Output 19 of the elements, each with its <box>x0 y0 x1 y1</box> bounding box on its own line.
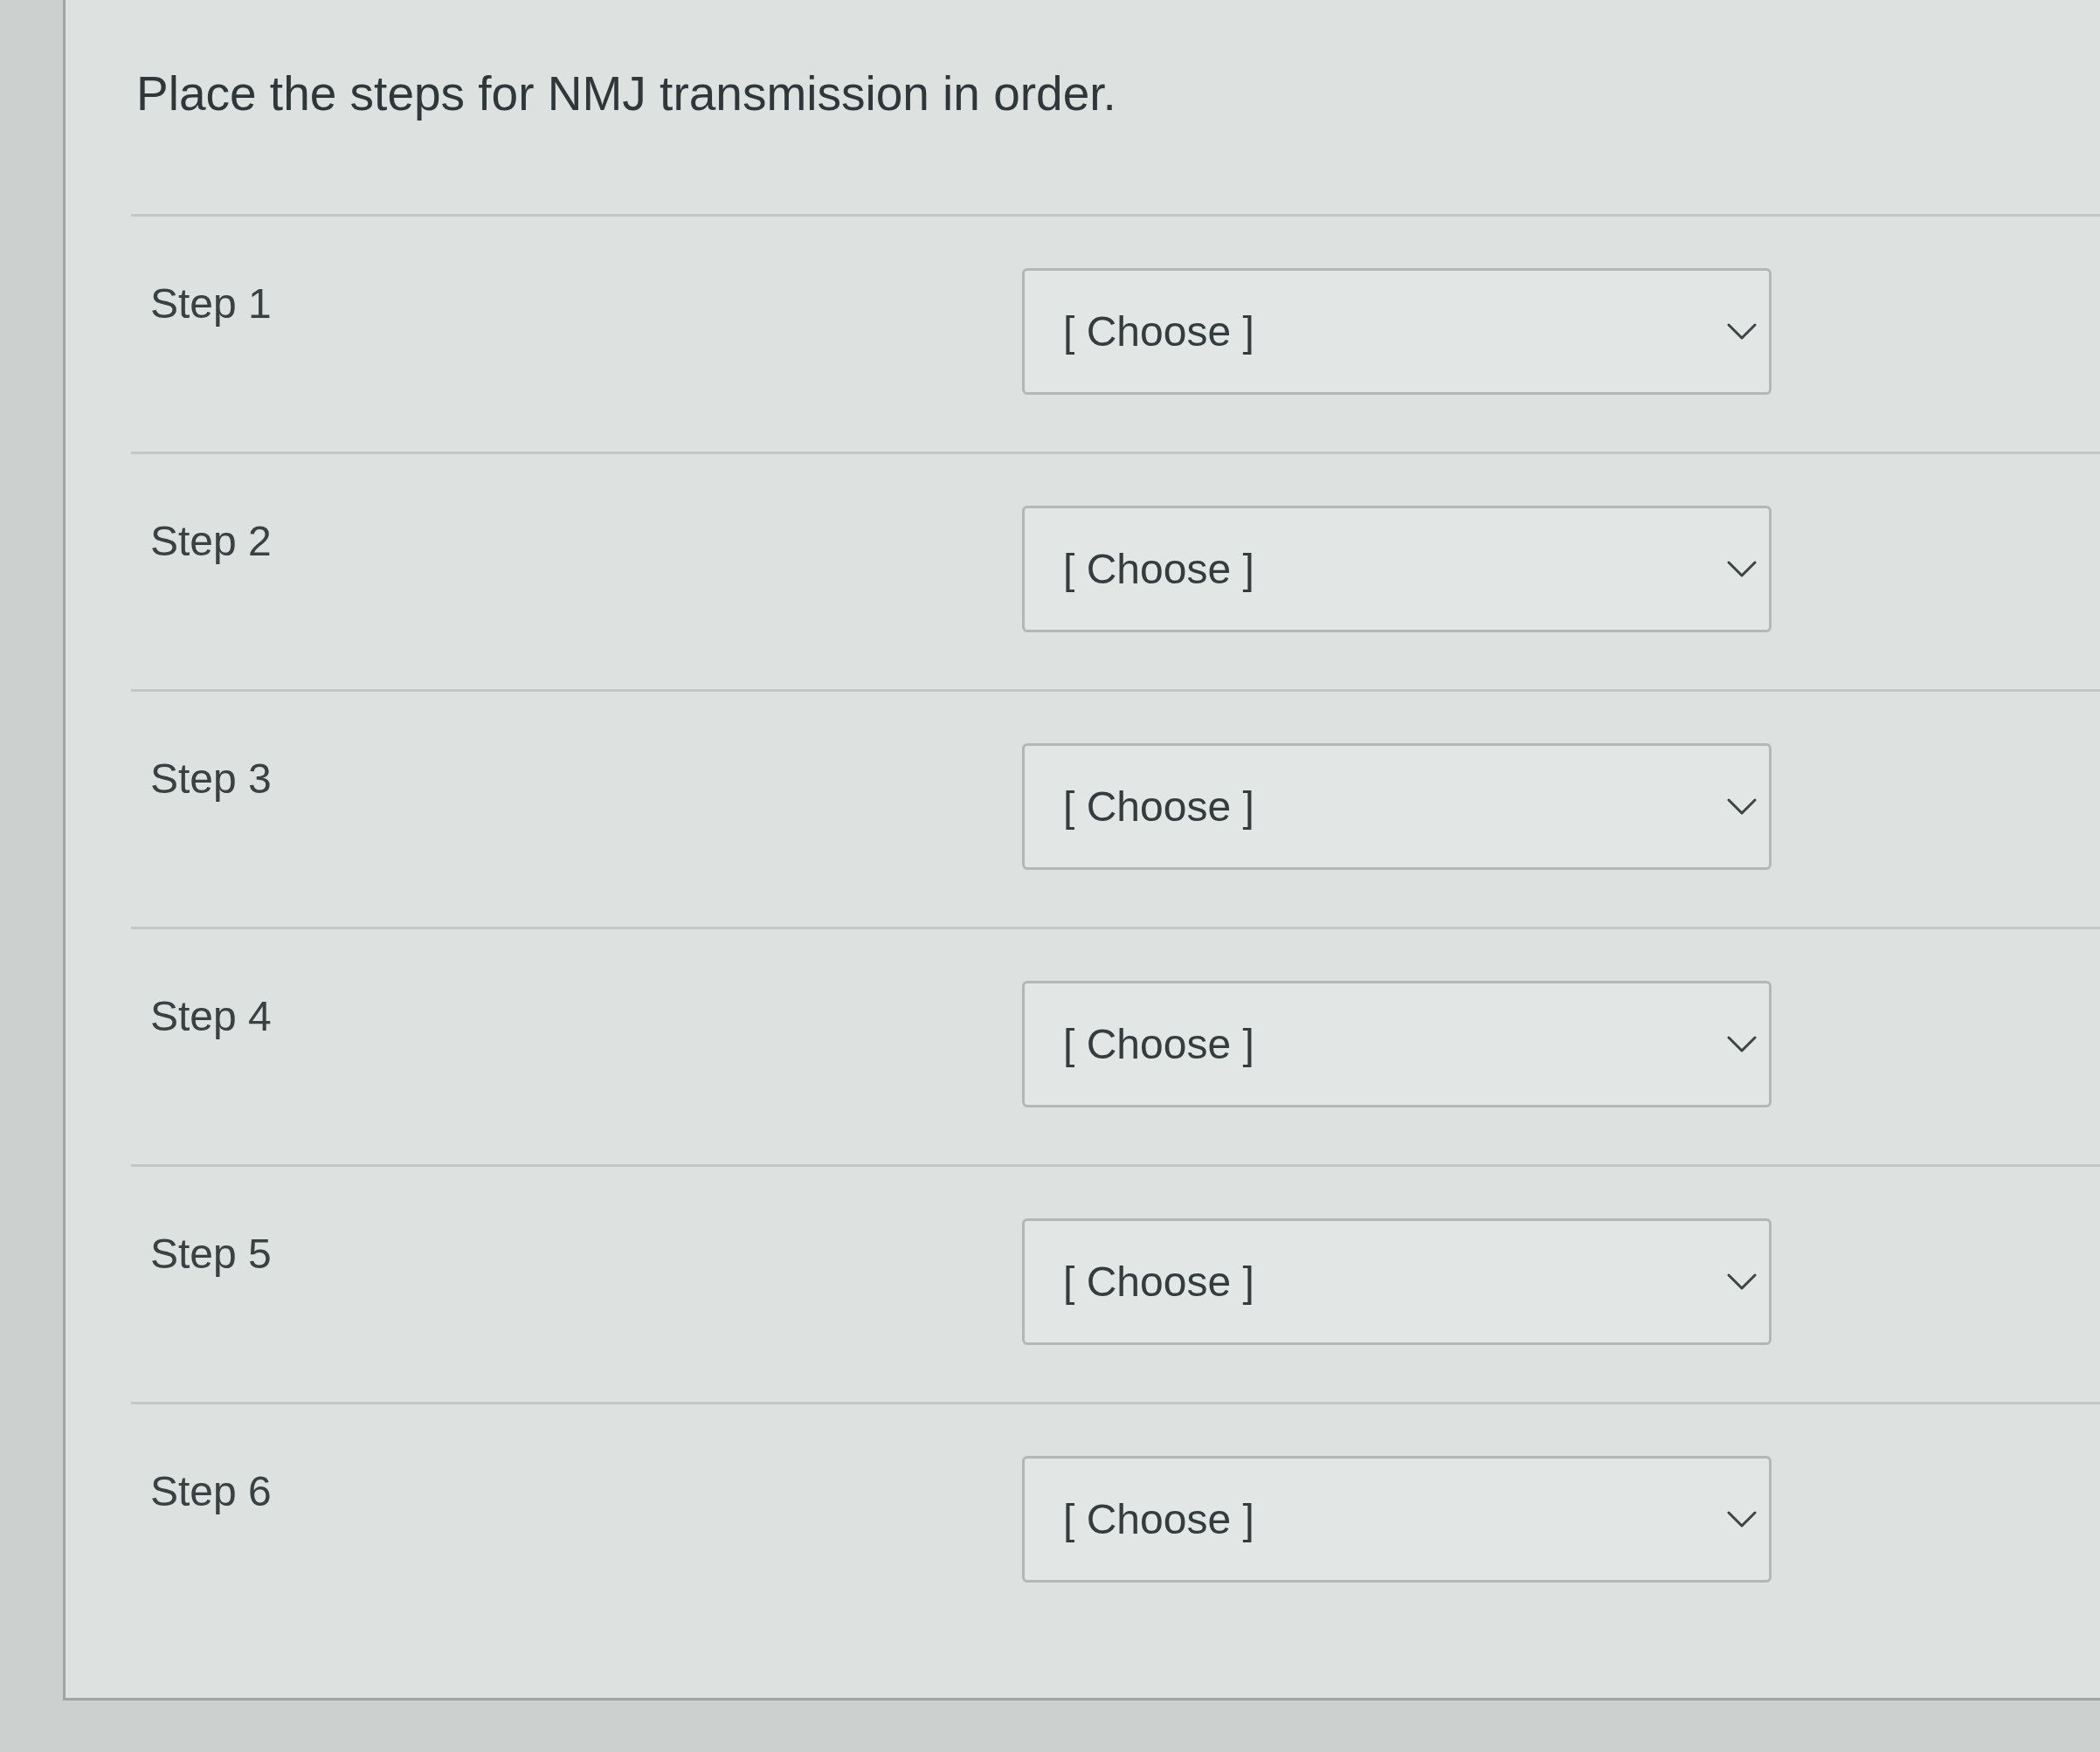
chevron-down-icon <box>1727 322 1757 341</box>
chevron-down-icon <box>1727 1273 1757 1291</box>
chevron-down-icon <box>1727 560 1757 578</box>
choose-dropdown[interactable]: [ Choose ] <box>1022 743 1772 870</box>
step-label: Step 3 <box>150 755 272 802</box>
step-label: Step 1 <box>150 280 272 327</box>
step-label: Step 5 <box>150 1231 272 1277</box>
choose-dropdown[interactable]: [ Choose ] <box>1022 1456 1772 1583</box>
choose-dropdown[interactable]: [ Choose ] <box>1022 268 1772 395</box>
step-label: Step 4 <box>150 993 272 1039</box>
step-label: Step 2 <box>150 518 272 564</box>
choose-dropdown[interactable]: [ Choose ] <box>1022 981 1772 1107</box>
question-prompt: Place the steps for NMJ transmission in order. <box>136 66 1116 122</box>
step-label: Step 6 <box>150 1468 272 1514</box>
chevron-down-icon <box>1727 1035 1757 1053</box>
chevron-down-icon <box>1727 797 1757 816</box>
choose-dropdown[interactable]: [ Choose ] <box>1022 1218 1772 1345</box>
chevron-down-icon <box>1727 1510 1757 1528</box>
choose-dropdown[interactable]: [ Choose ] <box>1022 506 1772 632</box>
